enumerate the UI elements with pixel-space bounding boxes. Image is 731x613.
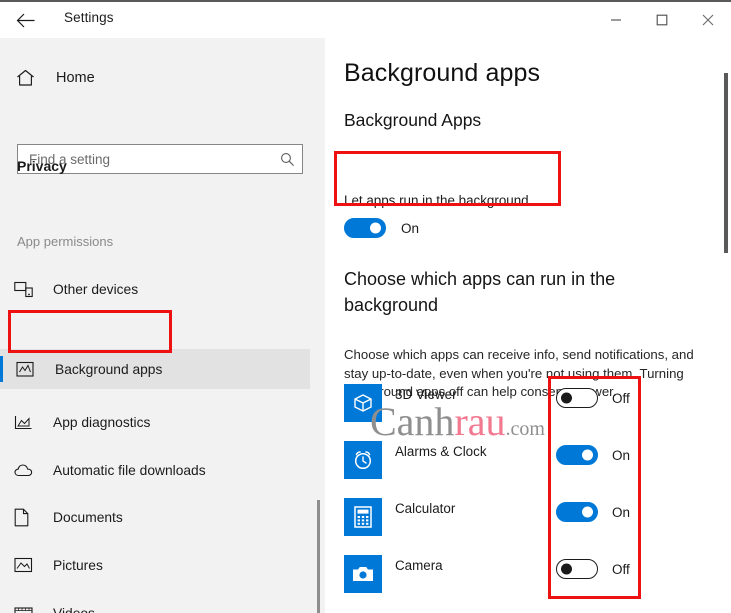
app-toggle-switch[interactable] (556, 388, 598, 408)
document-icon (14, 508, 42, 527)
window-controls (593, 2, 731, 38)
close-button[interactable] (685, 2, 731, 38)
app-name: Calculator (395, 501, 456, 516)
sidebar-item-label: Documents (53, 509, 123, 525)
window-title: Settings (64, 10, 114, 25)
master-toggle-state: On (401, 220, 420, 236)
sidebar-item-pictures[interactable]: Pictures (0, 545, 310, 585)
settings-window: Settings Home Find a setting Privacy App… (0, 0, 731, 613)
master-toggle-label: Let apps run in the background (344, 193, 529, 208)
app-toggle-switch[interactable] (556, 559, 598, 579)
picture-icon (14, 557, 42, 573)
camera-icon (344, 555, 382, 593)
sidebar-item-label: Videos (53, 605, 95, 613)
app-toggle-row[interactable]: Off (556, 388, 630, 408)
watermark-part-3: .com (505, 418, 545, 440)
app-toggle-state: On (612, 447, 631, 463)
app-toggle-row[interactable]: Off (556, 559, 630, 579)
app-row-camera: Camera Off (344, 555, 714, 603)
sidebar-item-other-devices[interactable]: Other devices (0, 269, 310, 309)
selection-indicator (0, 356, 3, 382)
back-arrow-icon[interactable] (10, 6, 40, 34)
cloud-download-icon (14, 463, 42, 478)
watermark-part-1: Canh (370, 399, 455, 444)
content-scrollbar-thumb[interactable] (724, 73, 728, 253)
maximize-button[interactable] (639, 2, 685, 38)
app-toggle-state: Off (612, 390, 630, 406)
main-content: Background apps Background Apps Let apps… (325, 38, 731, 613)
sidebar-group-app-permissions: App permissions (17, 234, 114, 249)
toggle-knob (582, 506, 593, 518)
app-toggle-state: Off (612, 561, 630, 577)
sidebar-item-label: Background apps (55, 361, 163, 377)
app-row-calculator: Calculator On (344, 498, 714, 546)
watermark: Canhrau.com (370, 402, 545, 442)
minimize-button[interactable] (593, 2, 639, 38)
sidebar-item-label: App diagnostics (53, 414, 151, 430)
watermark-part-2: rau (454, 399, 506, 444)
app-name: Camera (395, 558, 443, 573)
app-row-alarms-clock: Alarms & Clock On (344, 441, 714, 489)
master-toggle-switch[interactable] (344, 218, 386, 238)
toggle-knob (561, 563, 572, 575)
app-name: Alarms & Clock (395, 444, 487, 459)
background-apps-icon (16, 361, 44, 378)
sidebar-scrollbar-thumb[interactable] (317, 500, 320, 613)
master-toggle-row[interactable]: On (344, 218, 419, 238)
app-toggle-switch[interactable] (556, 502, 598, 522)
home-icon (16, 69, 42, 87)
app-diagnostics-icon (14, 414, 42, 431)
section-heading: Background Apps (344, 110, 482, 130)
sidebar-item-background-apps[interactable]: Background apps (0, 349, 310, 389)
sidebar-category-title: Privacy (17, 158, 67, 174)
sidebar-item-label: Other devices (53, 281, 139, 297)
title-bar: Settings (0, 2, 731, 38)
app-toggle-switch[interactable] (556, 445, 598, 465)
toggle-knob (370, 222, 381, 234)
page-title: Background apps (344, 59, 541, 87)
app-toggle-row[interactable]: On (556, 502, 630, 522)
toggle-knob (582, 449, 593, 461)
sidebar-item-documents[interactable]: Documents (0, 497, 310, 537)
sidebar-item-label: Automatic file downloads (53, 462, 206, 478)
search-icon[interactable] (272, 152, 302, 167)
toggle-knob (561, 392, 572, 404)
sidebar-item-videos[interactable]: Videos (0, 593, 310, 613)
choose-section-title: Choose which apps can run in the backgro… (344, 269, 616, 315)
video-icon (14, 606, 42, 613)
sidebar-item-app-diagnostics[interactable]: App diagnostics (0, 402, 310, 442)
sidebar-item-home[interactable]: Home (0, 60, 325, 96)
app-toggle-state: On (612, 504, 631, 520)
sidebar: Home Privacy App permissions Ot (0, 38, 325, 613)
other-devices-icon (14, 281, 42, 298)
sidebar-item-label: Pictures (53, 557, 103, 573)
sidebar-home-label: Home (56, 70, 95, 86)
app-toggle-row[interactable]: On (556, 445, 630, 465)
calculator-icon (344, 498, 382, 536)
sidebar-item-automatic-file-downloads[interactable]: Automatic file downloads (0, 450, 310, 490)
alarm-clock-icon (344, 441, 382, 479)
